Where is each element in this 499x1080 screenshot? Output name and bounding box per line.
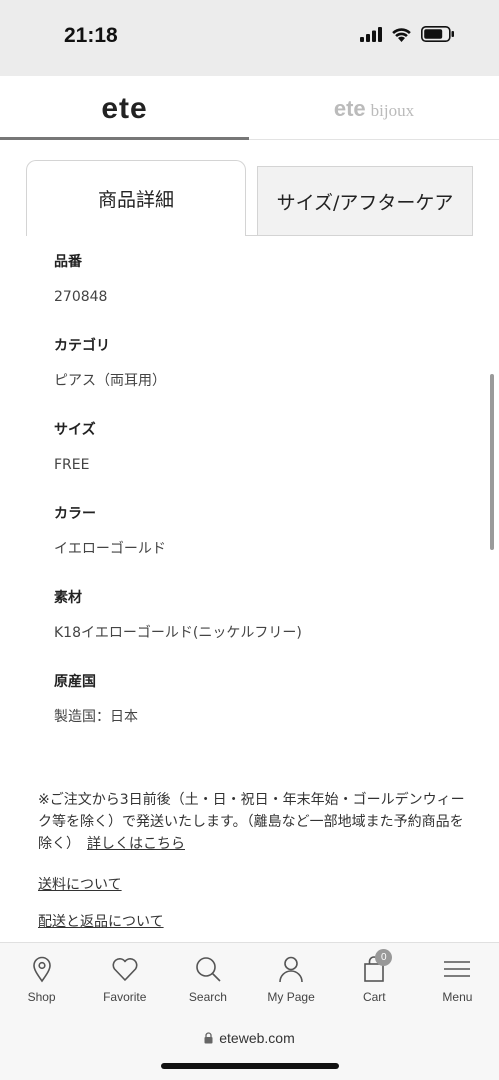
nav-label-shop: Shop [27, 990, 56, 1004]
nav-mypage[interactable]: My Page [250, 943, 333, 1014]
nav-label-menu: Menu [442, 990, 473, 1004]
signal-icon [360, 26, 382, 42]
tab-product-details[interactable]: 商品詳細 [26, 160, 246, 236]
brand-divider [249, 139, 499, 140]
nav-favorite[interactable]: Favorite [83, 943, 166, 1014]
nav-label-cart: Cart [362, 990, 386, 1004]
brand-tab-ete-bijoux[interactable]: ete bijoux [249, 76, 499, 142]
delivery-returns-link[interactable]: 配送と返品について [38, 911, 164, 931]
spec-label: サイズ [54, 422, 96, 438]
shipping-fee-link[interactable]: 送料について [38, 874, 122, 894]
lock-icon [204, 1032, 213, 1044]
spec-value: FREE [54, 457, 90, 473]
product-info-tabs: 商品詳細 サイズ/アフターケア [0, 142, 499, 236]
spec-value: イエローゴールド [54, 541, 166, 557]
spec-value: ピアス（両耳用） [54, 373, 166, 389]
location-pin-icon [32, 956, 51, 983]
brand-logo-ete: ete [101, 92, 148, 125]
spec-label: 原産国 [54, 674, 96, 690]
tab-size-aftercare[interactable]: サイズ/アフターケア [257, 166, 473, 236]
status-time: 21:18 [64, 24, 118, 47]
brand-switcher: ete ete bijoux [0, 76, 499, 142]
brand-logo-bijoux-suffix: bijoux [370, 101, 415, 120]
product-spec-list: 品番 270848 カテゴリ ピアス（両耳用） サイズ FREE カラー イエロ… [54, 252, 454, 756]
nav-label-search: Search [188, 990, 227, 1004]
scrollbar[interactable] [490, 374, 494, 550]
spec-item-color: カラー イエローゴールド [54, 504, 454, 588]
spec-label: 品番 [54, 254, 82, 270]
brand-logo-ete-bijoux: ete [333, 96, 366, 121]
nav-label-mypage: My Page [267, 990, 315, 1004]
browser-url-bar[interactable]: eteweb.com [0, 1014, 499, 1080]
hamburger-menu-icon [444, 961, 471, 977]
wifi-icon [392, 27, 411, 42]
spec-label: 素材 [54, 590, 82, 606]
spec-item-size: サイズ FREE [54, 420, 454, 504]
brand-tab-ete[interactable]: ete [0, 76, 249, 142]
shipping-details-link[interactable]: 詳しくはこちら [87, 836, 185, 852]
battery-icon [421, 26, 454, 42]
home-indicator[interactable] [161, 1063, 339, 1069]
user-icon [279, 956, 303, 983]
spec-item-product-number: 品番 270848 [54, 252, 454, 336]
search-icon [196, 957, 221, 982]
tab-divider-line [246, 235, 473, 236]
url-display[interactable]: eteweb.com [0, 1030, 499, 1046]
nav-search[interactable]: Search [166, 943, 249, 1014]
brand-active-underline [0, 137, 249, 140]
heart-icon [112, 958, 138, 981]
spec-label: カテゴリ [54, 338, 110, 354]
spec-item-origin: 原産国 製造国：日本 [54, 672, 454, 756]
spec-item-category: カテゴリ ピアス（両耳用） [54, 336, 454, 420]
status-icons [360, 26, 455, 42]
nav-shop[interactable]: Shop [0, 943, 83, 1014]
spec-item-material: 素材 K18イエローゴールド(ニッケルフリー) [54, 588, 454, 672]
status-bar: 21:18 [0, 0, 499, 76]
spec-value: 製造国：日本 [54, 709, 138, 725]
spec-label: カラー [54, 506, 96, 522]
spec-value: K18イエローゴールド(ニッケルフリー) [54, 625, 302, 641]
spec-value: 270848 [54, 289, 108, 305]
nav-cart[interactable]: 0 Cart [333, 943, 416, 1014]
cart-count-badge: 0 [375, 949, 393, 966]
nav-label-favorite: Favorite [103, 990, 147, 1004]
shipping-note: ※ご注文から3日前後（土・日・祝日・年末年始・ゴールデンウィーク等を除く）で発送… [38, 789, 468, 855]
url-text: eteweb.com [219, 1030, 295, 1046]
bottom-nav: Shop Favorite Search My Page 0 Cart Menu [0, 942, 499, 1014]
nav-menu[interactable]: Menu [416, 943, 499, 1014]
